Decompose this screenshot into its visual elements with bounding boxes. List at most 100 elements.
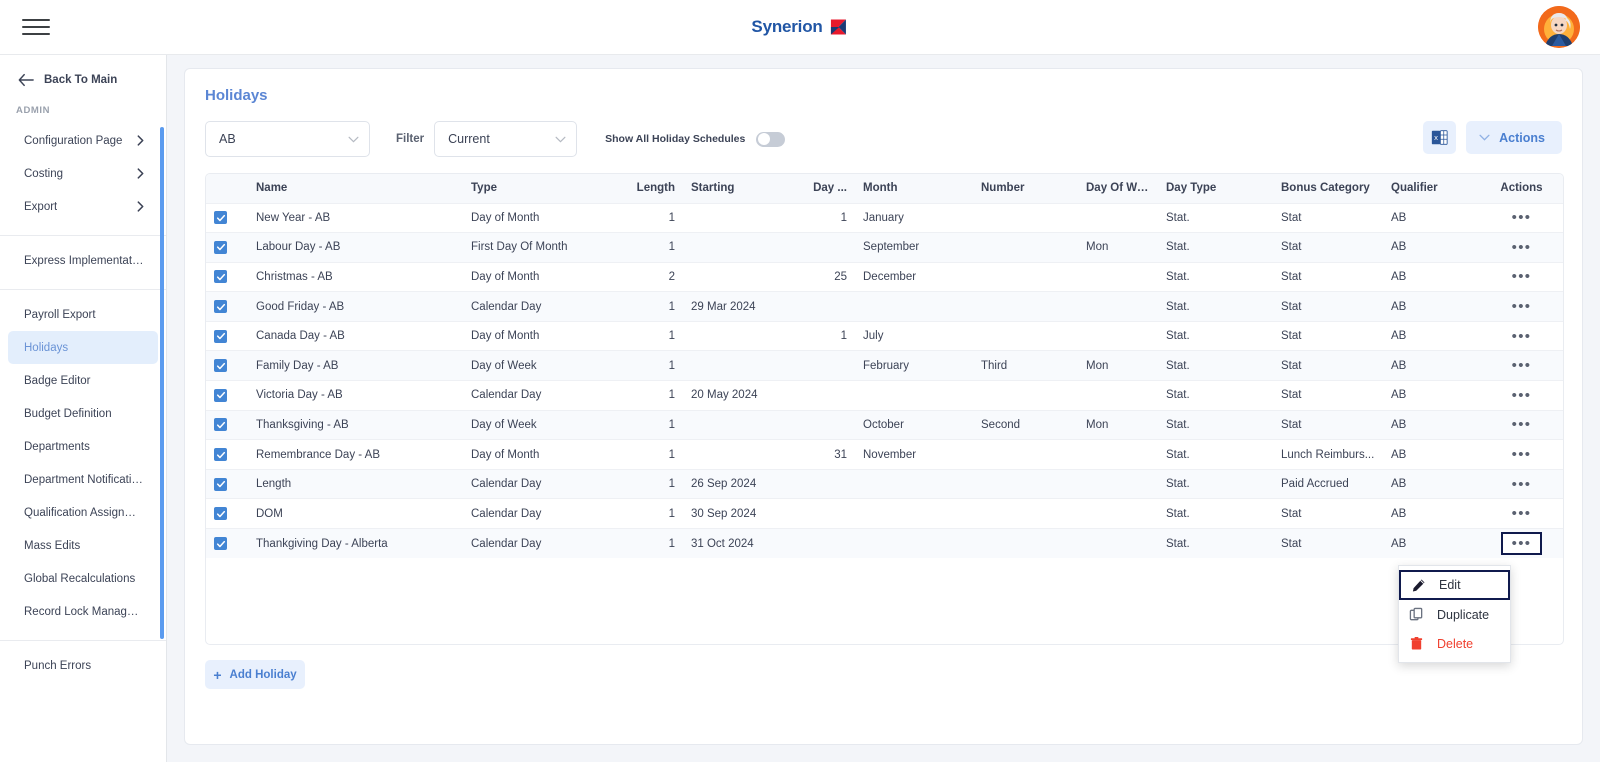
- cell-actions[interactable]: •••: [1478, 529, 1563, 559]
- row-actions-button[interactable]: •••: [1512, 506, 1532, 521]
- row-checkbox-cell[interactable]: [206, 440, 248, 470]
- row-actions-button[interactable]: •••: [1512, 210, 1532, 225]
- row-actions-button[interactable]: •••: [1512, 417, 1532, 432]
- row-checkbox[interactable]: [214, 477, 227, 491]
- table-row[interactable]: Thankgiving Day - Alberta Calendar Day 1 31…: [206, 528, 1563, 559]
- cell-name: Christmas - AB: [256, 270, 333, 283]
- table-row[interactable]: Family Day - AB Day of Week 1 February Third…: [206, 350, 1563, 381]
- th-starting[interactable]: Starting: [683, 174, 783, 203]
- row-actions-button[interactable]: •••: [1512, 477, 1532, 492]
- back-to-main-button[interactable]: Back To Main: [0, 55, 166, 97]
- cell-actions[interactable]: •••: [1478, 381, 1563, 411]
- table-row[interactable]: Good Friday - AB Calendar Day 1 29 Mar 2024…: [206, 291, 1563, 322]
- row-checkbox[interactable]: [214, 388, 227, 402]
- row-checkbox[interactable]: [214, 270, 227, 284]
- context-menu-item-duplicate[interactable]: Duplicate: [1399, 600, 1510, 629]
- th-name[interactable]: Name: [248, 174, 463, 203]
- row-checkbox-cell[interactable]: [206, 203, 248, 233]
- row-checkbox-cell[interactable]: [206, 410, 248, 440]
- sidebar-item-badge-editor[interactable]: Badge Editor: [8, 364, 158, 397]
- th-day-type[interactable]: Day Type: [1158, 174, 1273, 203]
- context-menu-item-edit[interactable]: Edit: [1399, 570, 1510, 600]
- sidebar-item-configuration-page[interactable]: Configuration Page: [8, 124, 158, 157]
- context-menu-item-delete[interactable]: Delete: [1399, 629, 1510, 658]
- schedule-select[interactable]: AB: [205, 121, 370, 157]
- row-checkbox[interactable]: [214, 240, 227, 254]
- table-row[interactable]: DOM Calendar Day 1 30 Sep 2024 Stat. Stat AB ••…: [206, 498, 1563, 529]
- row-checkbox-cell[interactable]: [206, 321, 248, 351]
- row-checkbox-cell[interactable]: [206, 499, 248, 529]
- row-actions-button[interactable]: •••: [1512, 388, 1532, 403]
- row-checkbox-cell[interactable]: [206, 262, 248, 292]
- sidebar-item-budget-definition[interactable]: Budget Definition: [8, 397, 158, 430]
- row-actions-button[interactable]: •••: [1512, 299, 1532, 314]
- row-checkbox-cell[interactable]: [206, 381, 248, 411]
- row-checkbox[interactable]: [214, 537, 227, 551]
- row-checkbox[interactable]: [214, 448, 227, 462]
- sidebar-scrollbar[interactable]: [160, 127, 164, 639]
- row-checkbox-cell[interactable]: [206, 292, 248, 322]
- th-length[interactable]: Length: [628, 174, 683, 203]
- table-row[interactable]: New Year - AB Day of Month 1 1 January Stat. S…: [206, 203, 1563, 233]
- sidebar-item-department-notifications[interactable]: Department Notifications: [8, 463, 158, 496]
- row-checkbox[interactable]: [214, 418, 227, 432]
- sidebar-item-payroll-export[interactable]: Payroll Export: [8, 298, 158, 331]
- table-row[interactable]: Remembrance Day - AB Day of Month 1 31 Novem…: [206, 439, 1563, 470]
- row-checkbox-cell[interactable]: [206, 469, 248, 499]
- table-row[interactable]: Thanksgiving - AB Day of Week 1 October Seco…: [206, 410, 1563, 440]
- table-row[interactable]: Christmas - AB Day of Month 2 25 December Sta…: [206, 262, 1563, 292]
- sidebar-item-global-recalculations[interactable]: Global Recalculations: [8, 562, 158, 595]
- cell-actions[interactable]: •••: [1478, 410, 1563, 440]
- table-row[interactable]: Victoria Day - AB Calendar Day 1 20 May 202…: [206, 380, 1563, 411]
- show-all-schedules-toggle[interactable]: [756, 131, 786, 147]
- row-checkbox[interactable]: [214, 300, 227, 314]
- sidebar-item-punch-errors[interactable]: Punch Errors: [8, 649, 158, 682]
- cell-actions[interactable]: •••: [1478, 321, 1563, 351]
- sidebar-item-express-implementation-p[interactable]: Express Implementation P...: [8, 244, 158, 277]
- th-month[interactable]: Month: [855, 174, 973, 203]
- row-actions-button[interactable]: •••: [1512, 447, 1532, 462]
- th-type[interactable]: Type: [463, 174, 628, 203]
- sidebar-item-mass-edits[interactable]: Mass Edits: [8, 529, 158, 562]
- row-checkbox-cell[interactable]: [206, 233, 248, 263]
- row-checkbox[interactable]: [214, 211, 227, 225]
- sidebar-item-qualification-assignments[interactable]: Qualification Assignments: [8, 496, 158, 529]
- cell-actions[interactable]: •••: [1478, 262, 1563, 292]
- user-avatar[interactable]: [1538, 6, 1580, 48]
- th-number[interactable]: Number: [973, 174, 1078, 203]
- th-bonus-category[interactable]: Bonus Category: [1273, 174, 1383, 203]
- th-day[interactable]: Day ...: [783, 174, 855, 203]
- sidebar-item-departments[interactable]: Departments: [8, 430, 158, 463]
- row-actions-button[interactable]: •••: [1512, 240, 1532, 255]
- row-actions-button[interactable]: •••: [1512, 358, 1532, 373]
- th-day-of-week[interactable]: Day Of We...: [1078, 174, 1158, 203]
- row-checkbox[interactable]: [214, 329, 227, 343]
- table-row[interactable]: Length Calendar Day 1 26 Sep 2024 Stat. Paid …: [206, 469, 1563, 499]
- cell-actions[interactable]: •••: [1478, 233, 1563, 263]
- cell-actions[interactable]: •••: [1478, 351, 1563, 381]
- excel-export-button[interactable]: x: [1423, 121, 1457, 154]
- actions-button[interactable]: Actions: [1466, 121, 1562, 154]
- row-checkbox[interactable]: [214, 359, 227, 373]
- sidebar-item-costing[interactable]: Costing: [8, 157, 158, 190]
- hamburger-menu-icon[interactable]: [22, 15, 52, 39]
- cell-actions[interactable]: •••: [1478, 469, 1563, 499]
- row-checkbox-cell[interactable]: [206, 351, 248, 381]
- sidebar-item-holidays[interactable]: Holidays: [8, 331, 158, 364]
- row-actions-button[interactable]: •••: [1512, 329, 1532, 344]
- cell-actions[interactable]: •••: [1478, 440, 1563, 470]
- sidebar-item-export[interactable]: Export: [8, 190, 158, 223]
- table-row[interactable]: Canada Day - AB Day of Month 1 1 July Stat. St…: [206, 321, 1563, 351]
- row-checkbox-cell[interactable]: [206, 529, 248, 559]
- cell-actions[interactable]: •••: [1478, 203, 1563, 233]
- sidebar-item-record-lock-management[interactable]: Record Lock Management: [8, 595, 158, 628]
- add-holiday-button[interactable]: + Add Holiday: [205, 660, 305, 689]
- th-qualifier[interactable]: Qualifier: [1383, 174, 1478, 203]
- row-checkbox[interactable]: [214, 507, 227, 521]
- row-actions-button[interactable]: •••: [1512, 269, 1532, 284]
- filter-select[interactable]: Current: [434, 121, 578, 157]
- table-row[interactable]: Labour Day - AB First Day Of Month 1 Septem…: [206, 232, 1563, 263]
- cell-actions[interactable]: •••: [1478, 499, 1563, 529]
- cell-actions[interactable]: •••: [1478, 292, 1563, 322]
- row-actions-button[interactable]: •••: [1501, 532, 1542, 556]
